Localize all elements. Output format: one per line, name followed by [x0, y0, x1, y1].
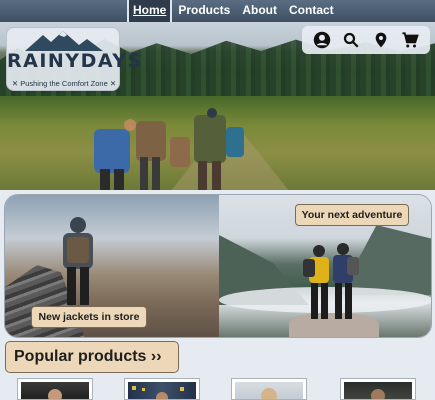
next-adventure-button[interactable]: Your next adventure	[295, 204, 409, 226]
hiking-couple-figure	[303, 243, 359, 319]
search-icon[interactable]	[341, 30, 361, 50]
product-card[interactable]	[231, 378, 307, 400]
mountain-logo-icon	[25, 31, 103, 51]
promo-jackets-image[interactable]: New jackets in store	[5, 195, 219, 337]
hiker-figure	[63, 217, 93, 305]
logo-title: RAINYDAYS	[7, 50, 143, 72]
product-image	[235, 382, 303, 399]
product-image	[21, 382, 89, 399]
hikers-illustration	[94, 108, 244, 190]
location-pin-icon[interactable]	[371, 30, 391, 50]
nav-contact-link[interactable]: Contact	[283, 0, 340, 22]
product-card[interactable]	[340, 378, 416, 400]
new-jackets-button[interactable]: New jackets in store	[31, 306, 147, 328]
product-card[interactable]	[17, 378, 93, 400]
user-icon[interactable]	[312, 30, 332, 50]
brand-logo[interactable]: RAINYDAYS ✕ Pushing the Comfort Zone ✕	[6, 27, 143, 91]
nav-home-link[interactable]: Home	[127, 0, 173, 22]
header-icon-bar	[302, 26, 430, 54]
product-image	[128, 382, 196, 399]
top-nav: Home Products About Contact	[0, 0, 435, 22]
cart-icon[interactable]	[400, 30, 420, 50]
logo-tagline: ✕ Pushing the Comfort Zone ✕	[11, 79, 117, 88]
product-card[interactable]	[124, 378, 200, 400]
promo-adventure-image[interactable]: Your next adventure	[219, 195, 431, 337]
product-image	[344, 382, 412, 399]
promo-banner: New jackets in store Your next adventure	[4, 194, 432, 338]
popular-products-button[interactable]: Popular products ››	[5, 341, 179, 373]
nav-about-link[interactable]: About	[236, 0, 283, 22]
nav-products-link[interactable]: Products	[172, 0, 236, 22]
